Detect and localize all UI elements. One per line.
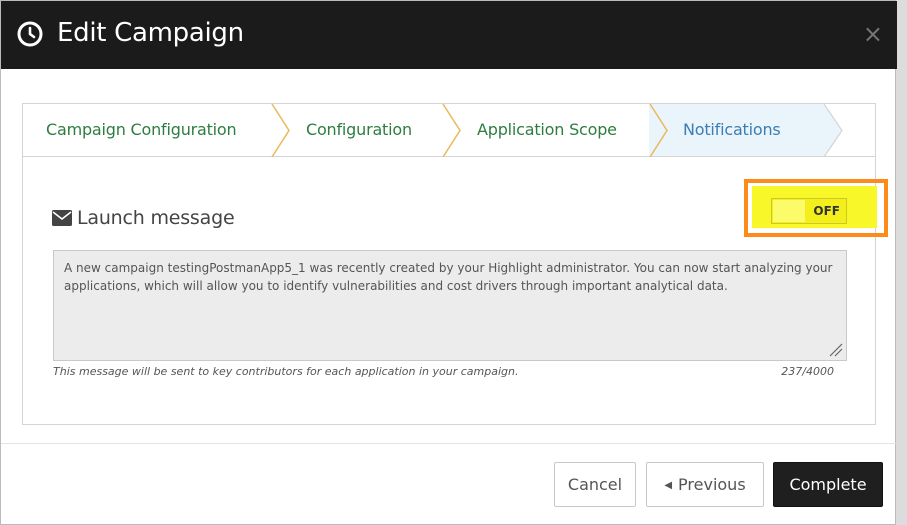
launch-message-heading: Launch message (77, 207, 235, 229)
launch-message-textarea[interactable]: A new campaign testingPostmanApp5_1 was … (53, 250, 847, 361)
step-campaign-configuration[interactable]: Campaign Configuration (46, 104, 237, 156)
edit-campaign-modal: Edit Campaign × Campaign Configuration C… (0, 0, 897, 525)
footer-divider (1, 443, 897, 444)
modal-title: Edit Campaign (57, 18, 244, 48)
complete-button[interactable]: Complete (773, 462, 883, 507)
step-notifications[interactable]: Notifications (683, 104, 781, 156)
toggle-knob (773, 200, 805, 222)
launch-message-toggle[interactable]: OFF (771, 198, 847, 224)
modal-header: Edit Campaign × (1, 1, 897, 69)
character-counter: 237/4000 (781, 365, 834, 378)
toggle-state-label: OFF (813, 204, 840, 218)
step-configuration[interactable]: Configuration (306, 104, 412, 156)
message-hint: This message will be sent to key contrib… (53, 365, 519, 378)
step-end-chevron-icon (824, 104, 843, 157)
step-application-scope[interactable]: Application Scope (477, 104, 617, 156)
wizard-steps: Campaign Configuration Configuration App… (23, 104, 875, 157)
step-separator-chevron-icon (649, 104, 668, 157)
previous-button-label: Previous (678, 475, 746, 494)
previous-button[interactable]: ◀ Previous (646, 462, 764, 507)
step-separator-chevron-icon (271, 104, 290, 157)
envelope-icon (52, 210, 72, 226)
close-icon[interactable]: × (863, 19, 883, 49)
step-separator-chevron-icon (442, 104, 461, 157)
cancel-button[interactable]: Cancel (554, 462, 636, 507)
resize-grip-icon[interactable] (827, 341, 843, 357)
caret-left-icon: ◀ (664, 480, 673, 491)
clock-icon (17, 21, 43, 47)
